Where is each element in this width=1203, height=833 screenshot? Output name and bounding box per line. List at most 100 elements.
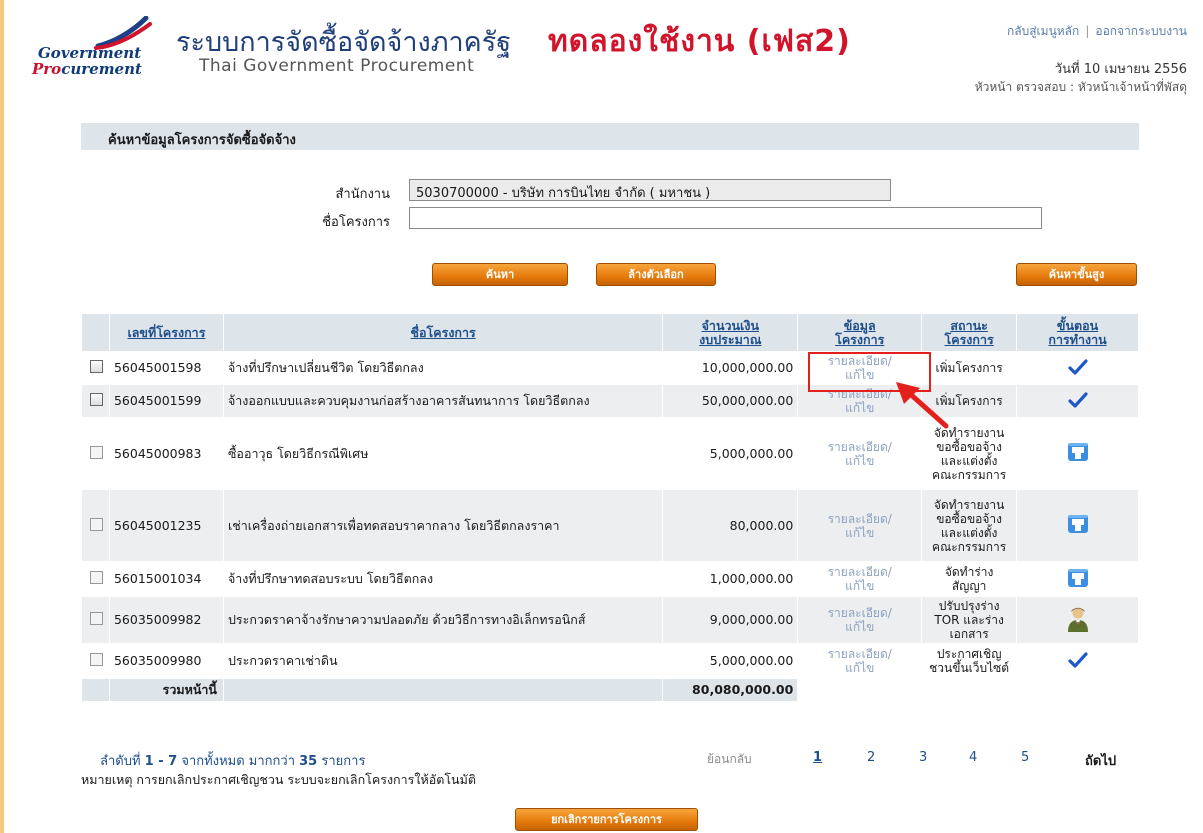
status-cell: จัดทำร่าง สัญญา: [921, 561, 1018, 597]
left-accent-bar: [0, 0, 4, 833]
row-checkbox[interactable]: [90, 360, 104, 373]
main-menu-link[interactable]: กลับสู่เมนูหลัก: [1007, 24, 1079, 38]
table-row: 56045001235 เช่าเครื่องถ่ายเอกสารเพื่อทดส…: [81, 489, 1139, 562]
link-separator: |: [1085, 24, 1090, 38]
detail-edit-cell: รายละเอียด/แก้ไข: [797, 596, 923, 644]
step-cell: [1016, 384, 1139, 418]
truck-icon[interactable]: [1067, 515, 1089, 537]
cancel-note: หมายเหตุ การยกเลิกประกาศเชิญชวน ระบบจะยก…: [81, 772, 476, 787]
logo-letter-p: P: [32, 60, 44, 78]
row-checkbox[interactable]: [90, 612, 104, 625]
status-cell: ปรับปรุงร่าง TOR และร่าง เอกสาร: [921, 596, 1018, 644]
logo-word-procurement: Procurement: [32, 60, 142, 78]
project-no-cell: 56045001235: [108, 489, 224, 562]
status-header-line1: สถานะ: [950, 317, 988, 333]
status-line: และแต่งตั้ง: [940, 525, 998, 540]
detail-edit-link-line1: รายละเอียด/: [827, 387, 892, 401]
detail-edit-link[interactable]: รายละเอียด/แก้ไข: [828, 565, 892, 593]
row-checkbox-cell: [81, 643, 110, 679]
checkmark-icon[interactable]: [1067, 651, 1088, 671]
search-button[interactable]: ค้นหา: [432, 263, 568, 286]
pager-next[interactable]: ถัดไป: [1085, 750, 1116, 771]
detail-edit-link-line2: แก้ไข: [845, 368, 875, 382]
cancel-projects-button[interactable]: ยกเลิกรายการโครงการ: [515, 808, 698, 831]
info-header[interactable]: ข้อมูล โครงการ: [797, 313, 923, 352]
pager-page-3[interactable]: 3: [919, 750, 927, 765]
pager-page-1[interactable]: 1: [813, 750, 822, 765]
detail-edit-link[interactable]: รายละเอียด/แก้ไข: [828, 647, 892, 675]
logo-letters-ro: ro: [43, 60, 62, 78]
info-header-line1: ข้อมูล: [843, 317, 876, 333]
total-label: รวมหน้านี้: [108, 678, 224, 702]
row-checkbox-cell: [81, 384, 110, 418]
office-field[interactable]: 5030700000 - บริษัท การบินไทย จำกัด ( มห…: [409, 179, 891, 201]
detail-edit-link[interactable]: รายละเอียด/แก้ไข: [828, 354, 892, 382]
info-header-line2: โครงการ: [835, 331, 885, 347]
detail-edit-link[interactable]: รายละเอียด/แก้ไข: [828, 387, 892, 415]
advanced-search-button[interactable]: ค้นหาขั้นสูง: [1016, 263, 1137, 286]
total-empty-cell: [81, 678, 110, 702]
detail-edit-link[interactable]: รายละเอียด/แก้ไข: [828, 440, 892, 468]
annotation-arrow-icon: [896, 382, 949, 429]
status-line: ชวนขึ้นเว็บไซต์: [929, 661, 1010, 675]
table-row: 56015001034 จ้างที่ปรึกษาทดสอบระบบ โดยวิธ…: [81, 561, 1139, 597]
budget-cell: 5,000,000.00: [662, 417, 799, 490]
pager-page-4[interactable]: 4: [969, 750, 977, 765]
checkbox-column-header: [81, 313, 110, 352]
project-name-cell: เช่าเครื่องถ่ายเอกสารเพื่อทดสอบราคากลาง …: [222, 489, 664, 562]
panel-title: ค้นหาข้อมูลโครงการจัดซื้อจัดจ้าง: [81, 123, 1139, 150]
project-name-label: ชื่อโครงการ: [322, 215, 390, 230]
project-name-header[interactable]: ชื่อโครงการ: [222, 313, 664, 352]
pagination-summary: ลำดับที่ 1 - 7 จากทั้งหมด มากกว่า 35 ราย…: [100, 750, 365, 771]
detail-edit-link-line1: รายละเอียด/: [827, 354, 892, 368]
step-header[interactable]: ขั้นตอน การทำงาน: [1016, 313, 1139, 352]
project-no-cell: 56035009980: [108, 643, 224, 679]
row-checkbox[interactable]: [90, 445, 104, 459]
row-checkbox[interactable]: [90, 393, 104, 406]
project-name-header-label: ชื่อโครงการ: [410, 324, 476, 340]
detail-edit-link-line2: แก้ไข: [845, 620, 875, 634]
step-cell: [1016, 596, 1139, 644]
truck-icon[interactable]: [1067, 443, 1089, 465]
checkmark-icon[interactable]: [1067, 391, 1088, 411]
status-line: คณะกรรมการ: [932, 467, 1007, 482]
budget-header[interactable]: จำนวนเงิน งบประมาณ: [662, 313, 799, 352]
status-line: ขอซื้อขอจ้าง: [936, 439, 1003, 454]
detail-edit-link-line1: รายละเอียด/: [827, 606, 892, 620]
detail-edit-link[interactable]: รายละเอียด/แก้ไข: [828, 512, 892, 540]
row-checkbox-cell: [81, 596, 110, 644]
status-line: TOR และร่าง: [934, 613, 1004, 627]
project-no-cell: 56045001599: [108, 384, 224, 418]
row-checkbox[interactable]: [90, 517, 104, 531]
detail-edit-link[interactable]: รายละเอียด/แก้ไข: [828, 606, 892, 634]
step-cell: [1016, 643, 1139, 679]
pager-back[interactable]: ย้อนกลับ: [707, 750, 752, 769]
status-header[interactable]: สถานะ โครงการ: [921, 313, 1018, 352]
row-checkbox[interactable]: [90, 653, 104, 666]
row-checkbox[interactable]: [90, 571, 104, 584]
summary-count: 35: [299, 754, 318, 769]
project-name-cell: จ้างออกแบบและควบคุมงานก่อสร้างอาคารสันทน…: [222, 384, 664, 418]
status-line: คณะกรรมการ: [932, 539, 1007, 554]
detail-edit-link-line1: รายละเอียด/: [827, 565, 892, 579]
pager-page-2[interactable]: 2: [867, 750, 875, 765]
clear-selection-button[interactable]: ล้างตัวเลือก: [596, 263, 716, 286]
total-empty-cell-2: [222, 678, 664, 702]
detail-edit-link-line1: รายละเอียด/: [827, 511, 892, 526]
logout-link[interactable]: ออกจากระบบงาน: [1095, 24, 1187, 38]
project-name-input[interactable]: [409, 207, 1042, 229]
budget-cell: 10,000,000.00: [662, 351, 799, 385]
checkmark-icon[interactable]: [1067, 358, 1088, 378]
budget-cell: 9,000,000.00: [662, 596, 799, 644]
person-icon[interactable]: [1066, 607, 1090, 635]
budget-cell: 5,000,000.00: [662, 643, 799, 679]
current-date: วันที่ 10 เมษายน 2556: [1054, 62, 1187, 77]
project-no-header[interactable]: เลขที่โครงการ: [108, 313, 224, 352]
detail-edit-cell: รายละเอียด/แก้ไข: [797, 643, 923, 679]
truck-icon[interactable]: [1067, 568, 1089, 591]
detail-edit-cell: รายละเอียด/แก้ไข: [797, 489, 923, 562]
status-line: และแต่งตั้ง: [940, 453, 998, 468]
status-line: ปรับปรุงร่าง: [938, 599, 1000, 613]
pager-page-5[interactable]: 5: [1021, 750, 1029, 765]
table-row: 56045001598 จ้างที่ปรึกษาเปลี่ยนชีวิต โดย…: [81, 351, 1139, 385]
